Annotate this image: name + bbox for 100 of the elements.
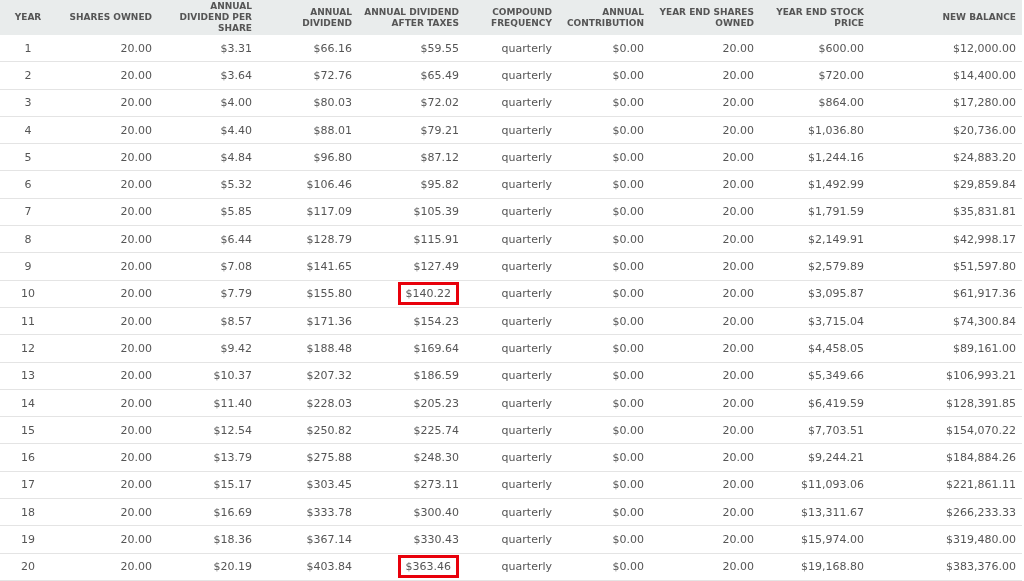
table-cell-text: $186.59 bbox=[413, 368, 459, 385]
table-cell: 20.00 bbox=[60, 280, 158, 308]
column-header: ANNUAL CONTRIBUTION bbox=[558, 0, 650, 35]
table-cell: $106.46 bbox=[258, 171, 358, 199]
table-cell: $51,597.80 bbox=[870, 252, 1022, 281]
column-header: YEAR bbox=[0, 0, 60, 35]
table-cell: quarterly bbox=[465, 525, 558, 554]
table-cell-text: $72.02 bbox=[420, 95, 459, 112]
table-cell: 4 bbox=[0, 116, 60, 144]
table-cell: quarterly bbox=[465, 252, 558, 281]
table-cell: 7 bbox=[0, 198, 60, 226]
table-cell: $0.00 bbox=[558, 525, 650, 554]
table-cell-text: $273.11 bbox=[413, 477, 459, 494]
table-cell: 14 bbox=[0, 389, 60, 417]
table-cell: $0.00 bbox=[558, 171, 650, 199]
table-cell: 20.00 bbox=[60, 498, 158, 526]
table-cell: $333.78 bbox=[258, 498, 358, 526]
table-cell-text: $300.40 bbox=[413, 504, 459, 521]
table-cell-text: $95.82 bbox=[420, 177, 459, 194]
table-cell: $0.00 bbox=[558, 225, 650, 253]
column-header: ANNUAL DIVIDEND PER SHARE bbox=[158, 0, 258, 35]
table-cell: 18 bbox=[0, 498, 60, 526]
highlighted-cell: $363.46 bbox=[397, 555, 459, 579]
table-cell: $16.69 bbox=[158, 498, 258, 526]
table-cell: $207.32 bbox=[258, 362, 358, 390]
table-cell: 20.00 bbox=[650, 307, 760, 335]
table-cell-text: $87.12 bbox=[420, 149, 459, 166]
table-cell: $11.40 bbox=[158, 389, 258, 417]
table-cell: $88.01 bbox=[258, 116, 358, 144]
table-cell: $61,917.36 bbox=[870, 280, 1022, 308]
table-cell: quarterly bbox=[465, 553, 558, 581]
table-cell: $275.88 bbox=[258, 443, 358, 472]
table-cell: $12.54 bbox=[158, 416, 258, 444]
table-cell: $4.84 bbox=[158, 143, 258, 171]
table-cell: 20.00 bbox=[650, 362, 760, 390]
table-cell: 17 bbox=[0, 471, 60, 499]
table-cell: 20.00 bbox=[650, 198, 760, 226]
column-header: COMPOUND FREQUENCY bbox=[465, 0, 558, 35]
table-cell: $7,703.51 bbox=[760, 416, 870, 444]
column-header: YEAR END SHARES OWNED bbox=[650, 0, 760, 35]
table-cell: $14,400.00 bbox=[870, 61, 1022, 90]
table-cell: $0.00 bbox=[558, 198, 650, 226]
table-cell: $7.08 bbox=[158, 252, 258, 281]
table-cell: $13.79 bbox=[158, 443, 258, 472]
table-cell: $0.00 bbox=[558, 35, 650, 62]
table-cell: $11,093.06 bbox=[760, 471, 870, 499]
table-cell: $72.76 bbox=[258, 61, 358, 90]
table-cell: $5,349.66 bbox=[760, 362, 870, 390]
table-cell: 20.00 bbox=[650, 498, 760, 526]
table-cell: $0.00 bbox=[558, 61, 650, 90]
table-cell: $383,376.00 bbox=[870, 553, 1022, 581]
column-header: YEAR END STOCK PRICE bbox=[760, 0, 870, 35]
table-cell: $74,300.84 bbox=[870, 307, 1022, 335]
table-cell: 20.00 bbox=[60, 171, 158, 199]
table-cell: 8 bbox=[0, 225, 60, 253]
table-cell: $29,859.84 bbox=[870, 171, 1022, 199]
table-cell: 15 bbox=[0, 416, 60, 444]
table-cell: $4,458.05 bbox=[760, 334, 870, 363]
table-cell: $80.03 bbox=[258, 89, 358, 117]
table-cell: quarterly bbox=[465, 498, 558, 526]
table-cell: quarterly bbox=[465, 61, 558, 90]
table-cell: 20.00 bbox=[650, 116, 760, 144]
table-cell: 10 bbox=[0, 280, 60, 308]
table-cell: $0.00 bbox=[558, 89, 650, 117]
table-cell: $3.31 bbox=[158, 35, 258, 62]
table-cell: 20.00 bbox=[60, 61, 158, 90]
table-cell: 16 bbox=[0, 443, 60, 472]
table-cell: $0.00 bbox=[558, 116, 650, 144]
table-cell: 11 bbox=[0, 307, 60, 335]
table-cell: $1,492.99 bbox=[760, 171, 870, 199]
table-cell: quarterly bbox=[465, 362, 558, 390]
table-cell: $4.40 bbox=[158, 116, 258, 144]
table-cell: $3.64 bbox=[158, 61, 258, 90]
table-cell: $266,233.33 bbox=[870, 498, 1022, 526]
table-cell: 20.00 bbox=[60, 307, 158, 335]
column-header: ANNUAL DIVIDEND AFTER TAXES bbox=[358, 0, 465, 35]
table-cell: 20.00 bbox=[60, 89, 158, 117]
table-cell: 20.00 bbox=[650, 35, 760, 62]
table-cell: $250.82 bbox=[258, 416, 358, 444]
table-cell: $228.03 bbox=[258, 389, 358, 417]
table-cell: $13,311.67 bbox=[760, 498, 870, 526]
table-cell: $5.85 bbox=[158, 198, 258, 226]
table-cell: $7.79 bbox=[158, 280, 258, 308]
table-cell: 13 bbox=[0, 362, 60, 390]
table-cell: $8.57 bbox=[158, 307, 258, 335]
table-cell: $20,736.00 bbox=[870, 116, 1022, 144]
table-cell: $154,070.22 bbox=[870, 416, 1022, 444]
table-cell: 20.00 bbox=[60, 116, 158, 144]
table-cell: quarterly bbox=[465, 143, 558, 171]
table-cell: quarterly bbox=[465, 471, 558, 499]
table-cell: $106,993.21 bbox=[870, 362, 1022, 390]
table-cell: $3,095.87 bbox=[760, 280, 870, 308]
table-cell: 20.00 bbox=[60, 443, 158, 472]
table-cell-text: $115.91 bbox=[413, 231, 459, 248]
table-cell: 20.00 bbox=[650, 334, 760, 363]
table-cell: quarterly bbox=[465, 443, 558, 472]
table-cell-text: $79.21 bbox=[420, 122, 459, 139]
table-cell: 20.00 bbox=[60, 334, 158, 363]
table-cell: $0.00 bbox=[558, 471, 650, 499]
table-cell: $6,419.59 bbox=[760, 389, 870, 417]
